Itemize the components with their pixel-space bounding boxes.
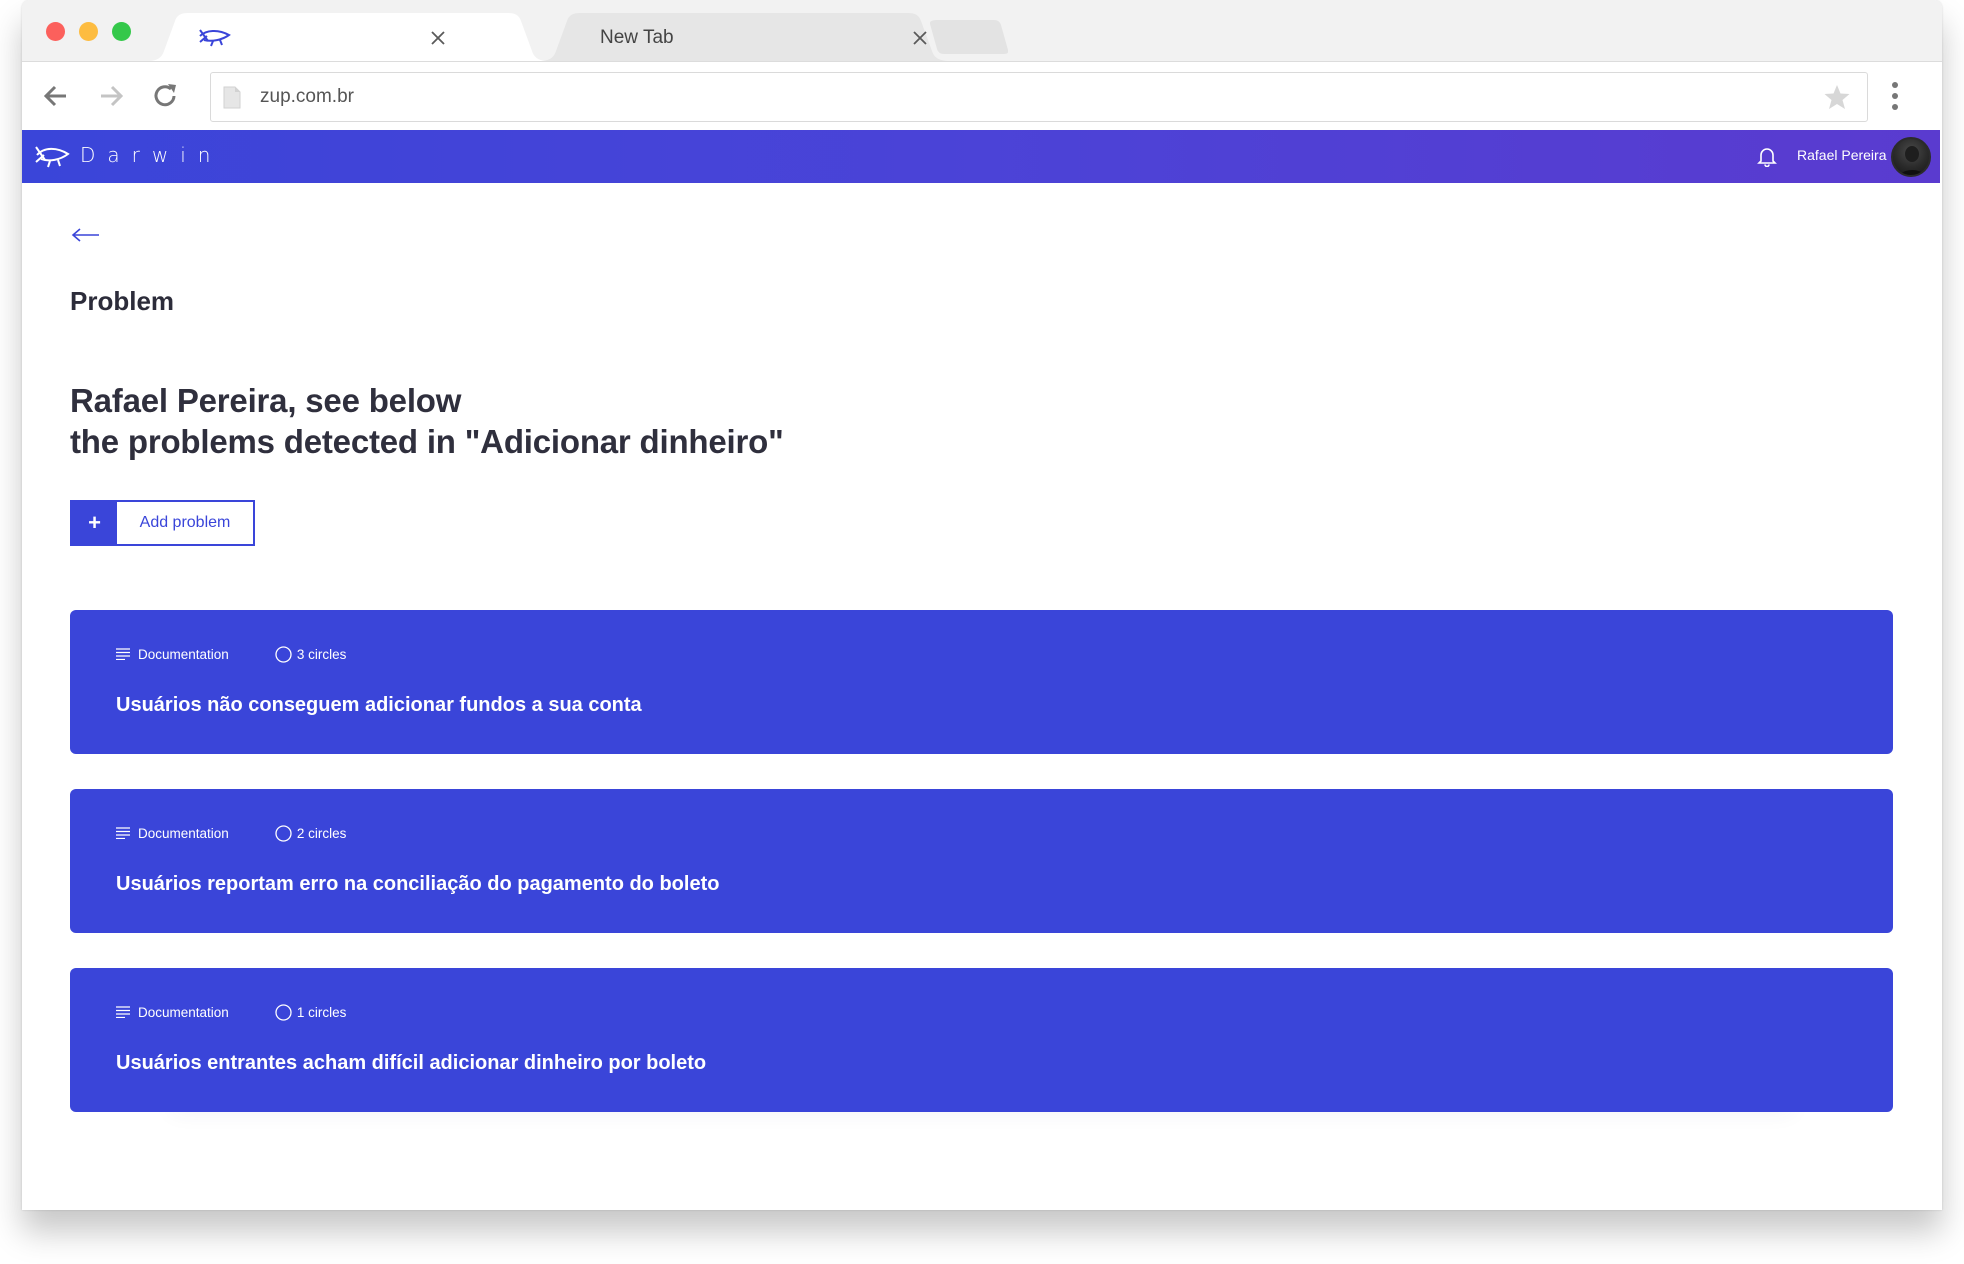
minimize-window-button[interactable] <box>79 22 98 41</box>
problem-circles: 1 circles <box>296 1004 347 1020</box>
new-tab-button[interactable] <box>930 20 1008 54</box>
problem-card[interactable]: Documentation 3 circles Usuários não con… <box>70 610 1893 754</box>
circle-icon <box>275 824 292 842</box>
plus-icon: + <box>72 502 117 544</box>
app-header: Darwin Rafael Pereira <box>22 130 1940 183</box>
tab-strip: New Tab <box>22 0 1942 61</box>
problem-circles: 3 circles <box>296 646 347 662</box>
maximize-window-button[interactable] <box>112 22 131 41</box>
close-tab-icon[interactable] <box>428 28 448 48</box>
avatar[interactable] <box>1891 137 1931 177</box>
headline-line-1: Rafael Pereira, see below <box>70 382 462 419</box>
problem-card[interactable]: Documentation 1 circles Usuários entrant… <box>70 968 1893 1112</box>
user-name[interactable]: Rafael Pereira <box>1797 147 1887 163</box>
document-lines-icon <box>116 827 130 839</box>
bookmark-star-icon[interactable] <box>1823 83 1851 111</box>
brand-name: Darwin <box>80 143 223 167</box>
browser-menu-icon[interactable] <box>1890 80 1900 112</box>
notification-bell-icon[interactable] <box>1756 145 1778 167</box>
tab-title: New Tab <box>600 27 674 48</box>
main-content: Problem Rafael Pereira, see below the pr… <box>22 183 1942 1210</box>
page-icon <box>223 86 241 109</box>
avatar-photo <box>1899 146 1925 175</box>
problem-category: Documentation <box>138 646 229 662</box>
headline-line-2: the problems detected in "Adicionar dinh… <box>70 423 784 460</box>
reload-icon[interactable] <box>149 80 181 112</box>
browser-toolbar: zup.com.br <box>22 61 1942 130</box>
back-arrow-icon[interactable] <box>71 227 101 243</box>
card-meta: Documentation 1 circles <box>116 1002 346 1022</box>
page-headline: Rafael Pereira, see below the problems d… <box>70 380 784 462</box>
document-lines-icon <box>116 648 130 660</box>
circle-icon <box>275 1003 292 1021</box>
close-tab-icon[interactable] <box>910 28 930 48</box>
problem-category: Documentation <box>138 825 229 841</box>
card-meta: Documentation 2 circles <box>116 823 346 843</box>
darwin-logo-icon[interactable] <box>34 144 70 170</box>
circle-icon <box>275 645 292 663</box>
add-problem-label: Add problem <box>139 514 231 531</box>
forward-icon[interactable] <box>95 80 127 112</box>
problem-title: Usuários entrantes acham difícil adicion… <box>116 1052 707 1074</box>
problem-category: Documentation <box>138 1004 229 1020</box>
page-title: Problem <box>70 286 175 316</box>
add-problem-button[interactable]: + Add problem <box>70 500 255 546</box>
problem-circles: 2 circles <box>296 825 347 841</box>
problem-title: Usuários não conseguem adicionar fundos … <box>116 694 642 716</box>
back-icon[interactable] <box>40 80 72 112</box>
tab-new-tab[interactable]: New Tab <box>540 13 950 61</box>
address-bar[interactable]: zup.com.br <box>210 72 1868 122</box>
url-text: zup.com.br <box>260 86 354 107</box>
problem-title: Usuários reportam erro na conciliação do… <box>116 873 720 895</box>
close-window-button[interactable] <box>46 22 65 41</box>
document-lines-icon <box>116 1006 130 1018</box>
card-meta: Documentation 3 circles <box>116 644 346 664</box>
tab-darwin[interactable] <box>148 13 548 61</box>
problem-card[interactable]: Documentation 2 circles Usuários reporta… <box>70 789 1893 933</box>
darwin-logo-icon <box>199 29 231 47</box>
browser-window: New Tab zup.com.br Darwin Rafael Pereira… <box>22 0 1942 1210</box>
